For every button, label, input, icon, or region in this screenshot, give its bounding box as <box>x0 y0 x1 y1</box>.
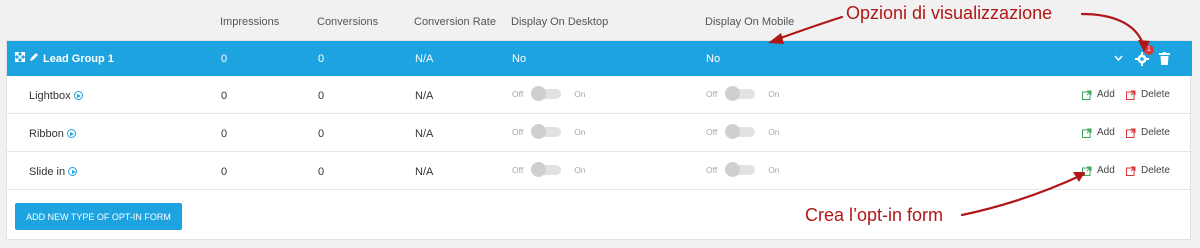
col-display-mobile: Display On Mobile <box>705 16 795 28</box>
row-impressions: 0 <box>221 166 228 178</box>
expand-arrows-icon[interactable] <box>15 52 25 62</box>
notification-badge: 1 <box>1144 45 1154 55</box>
row-conversions: 0 <box>318 90 325 102</box>
col-display-desktop: Display On Desktop <box>511 16 609 28</box>
group-rate: N/A <box>415 53 434 65</box>
toggle-switch[interactable] <box>725 86 756 101</box>
row-rate: N/A <box>415 90 434 102</box>
desktop-toggle[interactable]: Off On <box>512 86 586 101</box>
group-impressions: 0 <box>221 53 228 65</box>
play-circle-icon[interactable] <box>68 167 78 176</box>
annotation-display-options: Opzioni di visualizzazione <box>846 3 1053 23</box>
col-impressions: Impressions <box>220 16 280 28</box>
desktop-toggle[interactable]: Off On <box>512 124 586 139</box>
delete-button[interactable]: Delete <box>1126 127 1170 138</box>
add-form-icon <box>1082 90 1092 100</box>
form-type-label: Lightbox <box>29 90 83 102</box>
col-conversions: Conversions <box>317 16 379 28</box>
col-conversion-rate: Conversion Rate <box>414 16 496 28</box>
group-conversions: 0 <box>318 53 325 65</box>
form-type-label: Ribbon <box>29 128 76 140</box>
row-rate: N/A <box>415 128 434 140</box>
row-impressions: 0 <box>221 90 228 102</box>
add-form-icon <box>1082 128 1092 138</box>
group-mobile: No <box>706 53 721 65</box>
row-rate: N/A <box>415 166 434 178</box>
delete-form-icon <box>1126 166 1136 176</box>
toggle-switch[interactable] <box>531 162 562 177</box>
group-header-bar[interactable]: Lead Group 1 0 0 N/A No No 1 <box>7 41 1192 76</box>
group-title: Lead Group 1 <box>43 53 114 65</box>
play-circle-icon[interactable] <box>66 129 76 138</box>
lead-group-card: Lead Group 1 0 0 N/A No No 1 Lightbox 0 … <box>6 40 1192 240</box>
toggle-switch[interactable] <box>531 86 562 101</box>
delete-button[interactable]: Delete <box>1126 89 1170 100</box>
group-desktop: No <box>512 53 527 65</box>
mobile-toggle[interactable]: Off On <box>706 86 780 101</box>
add-button[interactable]: Add <box>1082 89 1115 100</box>
row-impressions: 0 <box>221 128 228 140</box>
mobile-toggle[interactable]: Off On <box>706 124 780 139</box>
chevron-down-icon[interactable] <box>1114 55 1123 62</box>
mobile-toggle[interactable]: Off On <box>706 162 780 177</box>
add-button[interactable]: Add <box>1082 165 1115 176</box>
add-form-icon <box>1082 166 1092 176</box>
delete-button[interactable]: Delete <box>1126 165 1170 176</box>
row-conversions: 0 <box>318 166 325 178</box>
add-button[interactable]: Add <box>1082 127 1115 138</box>
toggle-switch[interactable] <box>531 124 562 139</box>
pencil-icon[interactable] <box>29 52 39 62</box>
group-icons <box>15 52 39 62</box>
delete-form-icon <box>1126 90 1136 100</box>
toggle-switch[interactable] <box>725 162 756 177</box>
table-row: Ribbon 0 0 N/A Off On Off On Add Delete <box>7 114 1192 152</box>
play-circle-icon[interactable] <box>73 91 83 100</box>
delete-form-icon <box>1126 128 1136 138</box>
add-new-optin-type-button[interactable]: ADD NEW TYPE OF OPT-IN FORM <box>15 203 182 230</box>
table-row: Slide in 0 0 N/A Off On Off On Add Delete <box>7 152 1192 190</box>
table-row: Lightbox 0 0 N/A Off On Off On Add Delete <box>7 76 1192 114</box>
trash-icon[interactable] <box>1159 52 1170 65</box>
row-conversions: 0 <box>318 128 325 140</box>
desktop-toggle[interactable]: Off On <box>512 162 586 177</box>
form-type-label: Slide in <box>29 166 78 178</box>
toggle-switch[interactable] <box>725 124 756 139</box>
annotation-create-form: Crea l’opt-in form <box>805 205 944 225</box>
